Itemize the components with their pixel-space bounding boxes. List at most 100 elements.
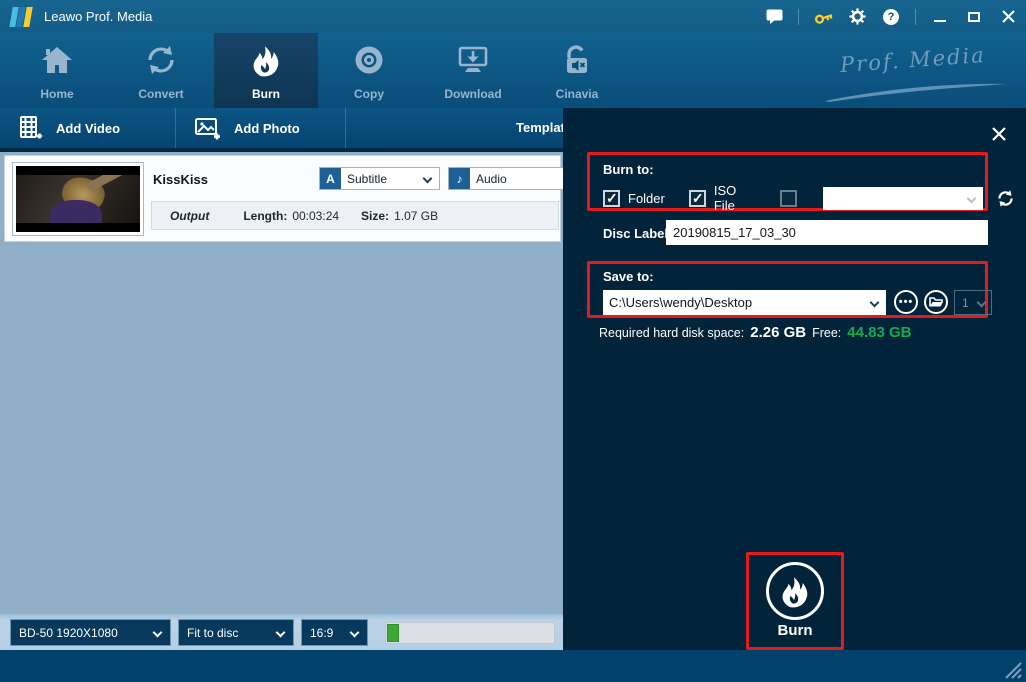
disc-type-value: BD-50 1920X1080 [19,625,118,640]
cinavia-lock-icon [563,33,591,87]
tab-label: Copy [354,87,384,101]
tab-label: Download [444,87,502,101]
fit-mode-value: Fit to disc [187,625,239,640]
leawo-logo-icon [9,7,35,27]
subtitle-dropdown[interactable]: A Subtitle [319,167,440,190]
disk-space-info: Required hard disk space: 2.26 GB Free: … [599,324,918,341]
home-icon [40,33,74,87]
aspect-ratio-dropdown[interactable]: 16:9 [301,619,368,646]
open-folder-button[interactable] [924,290,948,314]
tab-convert[interactable]: Convert [109,33,213,108]
subtitle-a-icon: A [320,168,341,189]
video-list-item[interactable]: KissKiss A Subtitle ♪ Audio Output Lengt… [4,155,598,242]
photo-plus-icon [195,118,220,140]
disc-copy-icon [353,33,385,87]
save-path-value: C:\Users\wendy\Desktop [609,295,753,310]
feedback-icon[interactable] [764,7,784,27]
chevron-down-icon [422,173,433,184]
fit-mode-dropdown[interactable]: Fit to disc [178,619,294,646]
chevron-down-icon [275,627,286,638]
burn-button-label: Burn [777,622,813,639]
subtitle-dropdown-value: Subtitle [347,171,388,186]
audio-note-icon: ♪ [449,168,470,189]
burner-drive-dropdown[interactable] [822,186,984,210]
add-photo-label: Add Photo [234,120,300,136]
save-path-dropdown[interactable]: C:\Users\wendy\Desktop [603,290,886,315]
titlebar-divider [915,8,916,25]
brand-script: Prof. Media [778,43,1008,103]
chevron-down-icon [349,627,360,638]
tab-copy[interactable]: Copy [317,33,421,108]
settings-gear-icon[interactable] [847,7,867,27]
tab-home[interactable]: Home [5,33,109,108]
burn-option-checkbox[interactable] [779,189,797,207]
progress-fill [387,624,399,642]
chevron-down-icon [966,193,977,203]
burn-settings-panel: Burn to: Folder ISO File Disc Label: Sav… [563,108,1026,650]
disc-label-input[interactable] [666,220,988,245]
burn-flame-icon [249,33,283,87]
output-label: Output [170,208,210,223]
chevron-down-icon [976,297,987,308]
burn-option-label: ISO File [713,183,737,213]
burn-option-checkbox[interactable] [603,189,620,207]
tab-burn[interactable]: Burn [214,33,318,108]
minimize-button[interactable] [930,7,950,27]
size-value: 1.07 GB [394,208,439,223]
panel-close-icon[interactable] [991,126,1009,144]
convert-icon [145,33,177,87]
size-label: Size: [361,208,390,223]
required-space-value: 2.26 GB [750,324,807,341]
bottom-settings-bar: BD-50 1920X1080 Fit to disc 16:9 [0,614,563,650]
window-title: Leawo Prof. Media [44,9,153,24]
video-title: KissKiss [153,172,208,187]
burn-button[interactable]: Burn [746,552,844,650]
chevron-down-icon [152,627,163,638]
length-label: Length: [243,208,288,223]
brand-script-text: Prof. Media [839,42,987,78]
titlebar: Leawo Prof. Media ? [0,0,1026,33]
refresh-drives-icon[interactable] [996,189,1015,208]
film-plus-icon [20,116,42,139]
disc-label-label: Disc Label: [603,226,673,241]
register-key-icon[interactable] [813,7,833,27]
help-icon[interactable]: ? [881,7,901,27]
burn-button-flame-icon [766,562,824,620]
disc-type-dropdown[interactable]: BD-50 1920X1080 [10,619,171,646]
browse-ellipsis-button[interactable]: ••• [894,290,918,314]
chevron-down-icon [869,297,880,308]
tab-label: Cinavia [555,87,599,101]
burn-option-checkbox[interactable] [688,189,706,207]
status-strip [0,650,1026,682]
save-to-label: Save to: [603,269,654,284]
tab-download[interactable]: Download [421,33,525,108]
copies-dropdown[interactable]: 1 [954,290,992,315]
toolbar-divider [345,108,346,148]
copies-value: 1 [962,295,969,310]
resize-grip[interactable] [1000,657,1022,679]
close-button[interactable] [998,7,1018,27]
tab-label: Burn [252,87,280,101]
add-video-button[interactable]: Add Video [0,108,175,148]
free-space-label: Free: [812,326,842,340]
length-value: 00:03:24 [292,208,340,223]
tab-label: Home [40,87,74,101]
burn-to-label: Burn to: [603,162,654,177]
disc-label-row: Disc Label: [587,220,988,247]
burn-to-group: Burn to: Folder ISO File [587,152,1013,213]
app-window: Leawo Prof. Media ? Home Convert Burn Co… [0,0,1026,682]
output-info-bar: Output Length: 00:03:24 Size: 1.07 GB [151,201,559,230]
maximize-button[interactable] [964,7,984,27]
add-photo-button[interactable]: Add Photo [176,108,345,148]
aspect-ratio-value: 16:9 [310,625,334,640]
tab-label: Convert [138,87,184,101]
burn-option-label: Folder [628,190,665,206]
video-thumbnail [12,162,144,236]
main-nav: Home Convert Burn Copy Download Cinavia … [0,33,1026,108]
tab-cinavia[interactable]: Cinavia [525,33,629,108]
brand-swoosh [825,83,1006,102]
download-icon [457,33,489,87]
disc-capacity-bar [385,622,555,644]
add-video-label: Add Video [56,120,121,136]
titlebar-divider [798,8,799,25]
